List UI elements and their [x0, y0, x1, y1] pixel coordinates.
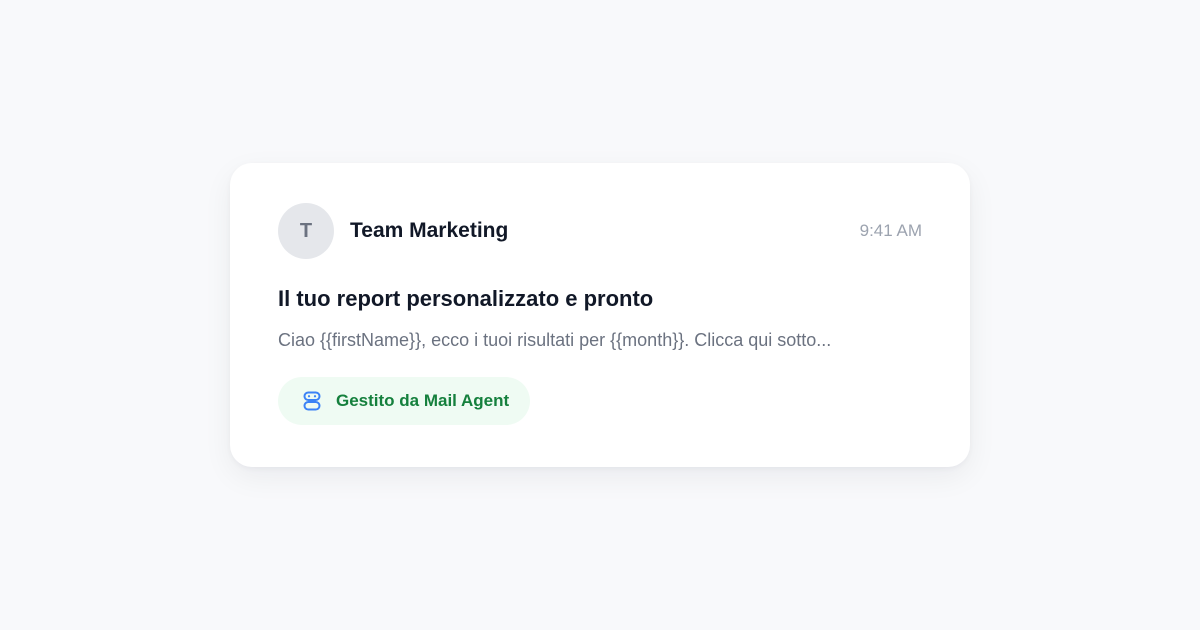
email-time: 9:41 AM: [859, 221, 922, 240]
avatar: T: [278, 203, 334, 259]
email-header: T Team Marketing 9:41 AM: [278, 203, 922, 259]
sender-name: Team Marketing: [350, 219, 509, 242]
email-preview: Ciao {{firstName}}, ecco i tuoi risultat…: [278, 330, 832, 350]
page: T Team Marketing 9:41 AM Il tuo report p…: [0, 0, 1200, 630]
robot-icon: [300, 389, 324, 413]
email-subject: Il tuo report personalizzato e pronto: [278, 286, 654, 311]
email-card[interactable]: T Team Marketing 9:41 AM Il tuo report p…: [230, 163, 970, 467]
mail-agent-badge: Gestito da Mail Agent: [278, 377, 531, 425]
mail-agent-label: Gestito da Mail Agent: [336, 391, 510, 410]
